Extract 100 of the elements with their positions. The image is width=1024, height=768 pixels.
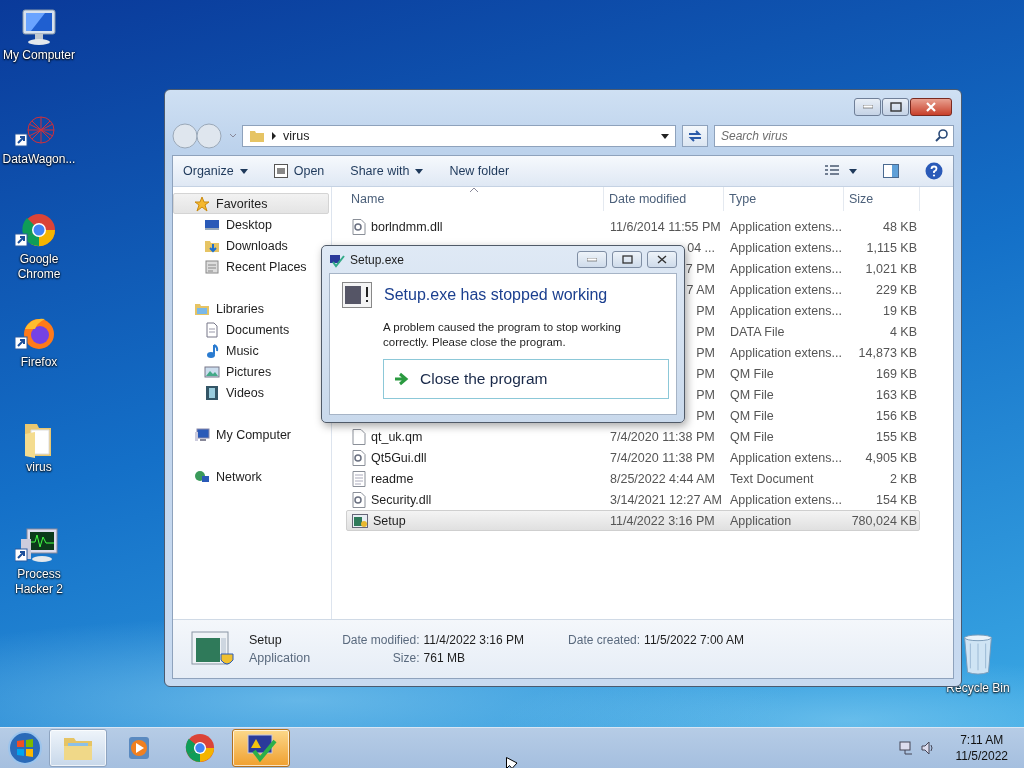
open-icon bbox=[273, 164, 288, 178]
file-row[interactable]: Setup 11/4/2022 3:16 PM Application 780,024 KB bbox=[346, 510, 920, 531]
file-row[interactable]: readme 8/25/2022 4:44 AM Text Document 2 KB bbox=[346, 468, 920, 489]
taskbar-button[interactable] bbox=[232, 729, 290, 767]
nav-item[interactable]: My Computer bbox=[173, 424, 329, 445]
computer-icon bbox=[194, 426, 210, 443]
network-icon[interactable] bbox=[897, 740, 914, 756]
maximize-button[interactable] bbox=[882, 98, 909, 116]
size-cell: 780,024 KB bbox=[851, 513, 917, 528]
text-file-icon bbox=[352, 470, 366, 487]
toolbar-button[interactable]: Open bbox=[273, 164, 325, 178]
close-button[interactable] bbox=[647, 251, 677, 268]
refresh-button[interactable] bbox=[682, 125, 708, 147]
address-field[interactable]: virus bbox=[242, 125, 676, 147]
size-cell: 154 KB bbox=[876, 492, 917, 507]
film-icon bbox=[204, 384, 220, 401]
type-cell: QM File bbox=[730, 387, 774, 402]
network-icon bbox=[194, 468, 210, 485]
recycle-bin-icon[interactable] bbox=[961, 634, 995, 676]
date-cell: PM bbox=[696, 345, 715, 360]
type-cell: Application extens... bbox=[730, 450, 842, 465]
search-field[interactable]: Search virus bbox=[714, 125, 954, 147]
detail-label: Date modified: bbox=[341, 633, 420, 647]
detail-value: 11/5/2022 7:00 AM bbox=[644, 633, 744, 647]
file-row[interactable]: Security.dll 3/14/2021 12:27 AM Application extens... 154 KB bbox=[346, 489, 920, 510]
nav-item[interactable]: Network bbox=[173, 466, 329, 487]
desktop-icon-label[interactable]: My Computer bbox=[3, 48, 75, 63]
nav-item[interactable]: Music bbox=[173, 340, 329, 361]
file-row[interactable]: borlndmm.dll 11/6/2014 11:55 PM Application extens... 48 KB bbox=[346, 216, 920, 237]
desktop-icon-label[interactable]: virus bbox=[26, 460, 52, 475]
application-icon bbox=[191, 630, 235, 668]
size-cell: 163 KB bbox=[876, 387, 917, 402]
column-header[interactable]: Date modified bbox=[604, 187, 724, 211]
close-button[interactable] bbox=[910, 98, 952, 116]
column-header[interactable]: Size bbox=[844, 187, 920, 211]
toolbar-button[interactable]: New folder bbox=[449, 164, 510, 178]
size-cell: 4 KB bbox=[889, 324, 917, 339]
minimize-button[interactable] bbox=[577, 251, 607, 268]
search-icon[interactable] bbox=[935, 129, 948, 142]
toolbar-button[interactable]: Organize bbox=[183, 164, 248, 178]
document-icon bbox=[204, 321, 220, 338]
arrow-icon bbox=[394, 372, 410, 386]
type-cell: Application extens... bbox=[730, 303, 842, 318]
nav-item[interactable]: Downloads bbox=[173, 235, 329, 256]
size-cell: 19 KB bbox=[882, 303, 917, 318]
column-header[interactable]: Type bbox=[724, 187, 844, 211]
windows-logo-icon bbox=[7, 730, 43, 766]
file-row[interactable]: qt_uk.qm 7/4/2020 11:38 PM QM File 155 KB bbox=[346, 426, 920, 447]
picture-icon bbox=[204, 363, 220, 380]
clock[interactable]: 7:11 AM 11/5/2022 bbox=[955, 733, 1008, 763]
breadcrumb-arrow-icon[interactable] bbox=[271, 132, 277, 140]
nav-item[interactable]: Desktop bbox=[173, 214, 329, 235]
music-note-icon bbox=[204, 342, 220, 359]
close-program-button[interactable]: Close the program bbox=[383, 359, 669, 399]
maximize-button[interactable] bbox=[612, 251, 642, 268]
minimize-icon bbox=[587, 257, 597, 262]
file-type: Application bbox=[249, 651, 311, 665]
nav-item[interactable]: Recent Places bbox=[173, 256, 329, 277]
detail-value: 761 MB bbox=[423, 651, 466, 665]
mouse-cursor-icon bbox=[506, 757, 518, 768]
type-cell: QM File bbox=[730, 366, 774, 381]
blank-file-icon bbox=[352, 428, 366, 445]
preview-pane-icon[interactable] bbox=[883, 164, 899, 178]
column-header[interactable]: Name bbox=[346, 187, 604, 211]
desktop-icon-label[interactable]: Google Chrome bbox=[0, 252, 78, 282]
view-options-icon[interactable] bbox=[825, 165, 857, 177]
nav-item[interactable]: Libraries bbox=[173, 298, 329, 319]
date-cell: 7 PM bbox=[685, 261, 715, 276]
desktop-icon-label[interactable]: Firefox bbox=[20, 355, 58, 370]
application-icon bbox=[352, 513, 368, 528]
nav-item[interactable]: Videos bbox=[173, 382, 329, 403]
type-cell: QM File bbox=[730, 429, 774, 444]
help-icon[interactable] bbox=[925, 162, 943, 180]
type-cell: Application extens... bbox=[730, 282, 842, 297]
file-name: Security.dll bbox=[371, 492, 432, 507]
size-cell: 156 KB bbox=[876, 408, 917, 423]
error-window-icon bbox=[342, 282, 372, 308]
desktop-icon-label[interactable]: Process Hacker 2 bbox=[0, 567, 78, 597]
nav-item[interactable]: Favorites bbox=[173, 193, 329, 214]
refresh-icon bbox=[687, 129, 703, 143]
size-cell: 1,115 KB bbox=[866, 240, 917, 255]
desktop-icon-label[interactable]: DataWagon... bbox=[2, 152, 76, 167]
size-cell: 14,873 KB bbox=[858, 345, 917, 360]
size-cell: 229 KB bbox=[876, 282, 917, 297]
close-icon bbox=[925, 102, 937, 112]
size-cell: 155 KB bbox=[876, 429, 917, 444]
type-cell: Application extens... bbox=[730, 492, 842, 507]
detail-value: 11/4/2022 3:16 PM bbox=[423, 633, 525, 647]
nav-item[interactable]: Documents bbox=[173, 319, 329, 340]
date-cell: PM bbox=[696, 408, 715, 423]
file-row[interactable]: Qt5Gui.dll 7/4/2020 11:38 PM Application extens... 4,905 KB bbox=[346, 447, 920, 468]
size-cell: 169 KB bbox=[876, 366, 917, 381]
nav-item[interactable]: Pictures bbox=[173, 361, 329, 382]
type-cell: Application extens... bbox=[730, 219, 842, 234]
file-name: Setup bbox=[373, 513, 406, 528]
speaker-icon[interactable] bbox=[919, 740, 936, 756]
type-cell: Application extens... bbox=[730, 240, 842, 255]
file-name: Setup bbox=[249, 633, 283, 647]
toolbar-button[interactable]: Share with bbox=[350, 164, 424, 178]
minimize-button[interactable] bbox=[854, 98, 881, 116]
